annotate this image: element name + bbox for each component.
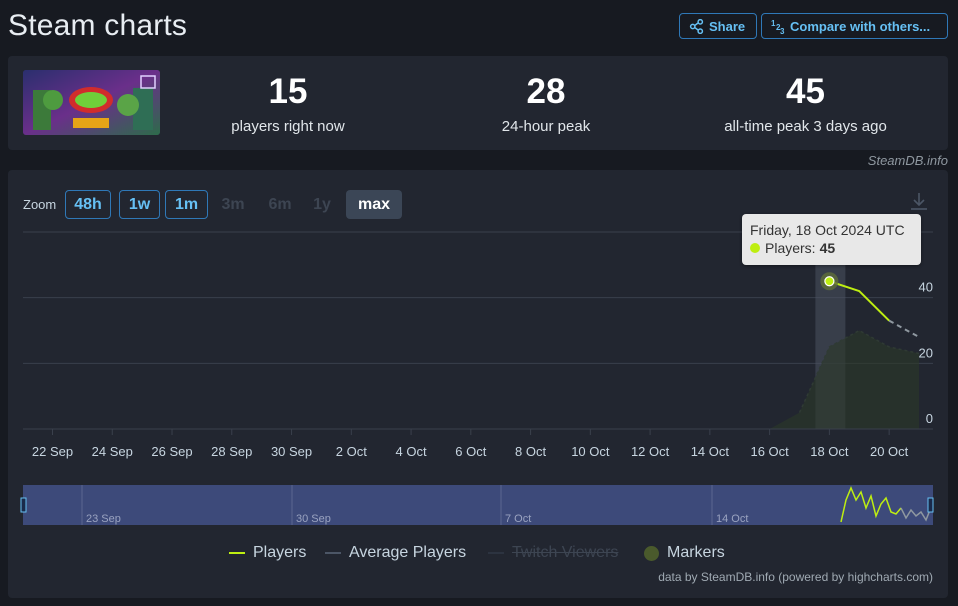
- peak-24h-value: 28: [526, 72, 566, 111]
- zoom-6m-button[interactable]: 6m: [262, 190, 298, 219]
- compare-label: Compare with others...: [790, 18, 931, 34]
- tooltip-series: Players:: [765, 240, 816, 256]
- zoom-3m-button[interactable]: 3m: [216, 190, 250, 219]
- average-players-area: [769, 330, 920, 429]
- zoom-1m-button[interactable]: 1m: [165, 190, 208, 219]
- all-time-peak-label: all-time peak 3 days ago: [724, 118, 887, 135]
- chart-credits[interactable]: data by SteamDB.info (powered by highcha…: [658, 570, 933, 584]
- y-tick-label: 20: [919, 345, 933, 360]
- legend-twitch-label: Twitch Viewers: [512, 544, 619, 561]
- zoom-option-label: 3m: [221, 195, 245, 213]
- x-tick-label: 6 Oct: [455, 444, 486, 459]
- legend-average-line-icon: [325, 552, 341, 554]
- zoom-option-label: 48h: [74, 195, 102, 213]
- y-tick-label: 40: [919, 280, 933, 295]
- svg-text:3: 3: [780, 27, 785, 34]
- stats-card: 15 players right now 28 24-hour peak 45 …: [8, 56, 948, 150]
- compare-button[interactable]: 123 Compare with others...: [761, 13, 948, 39]
- peak-24h-label: 24-hour peak: [501, 118, 591, 135]
- y-tick-label: 0: [926, 411, 933, 426]
- navigator-label: 14 Oct: [716, 513, 748, 525]
- game-thumbnail[interactable]: [23, 70, 160, 135]
- x-tick-label: 18 Oct: [810, 444, 849, 459]
- navigator-label: 30 Sep: [296, 513, 331, 525]
- legend-players-line-icon: [229, 552, 245, 554]
- x-tick-label: 12 Oct: [631, 444, 670, 459]
- navigator-left-handle: [20, 497, 27, 513]
- share-button[interactable]: Share: [679, 13, 757, 39]
- zoom-option-label: 6m: [268, 195, 292, 213]
- x-tick-label: 8 Oct: [515, 444, 546, 459]
- zoom-option-label: max: [357, 195, 391, 213]
- stat-current-players: 15 players right now: [218, 72, 358, 136]
- chart-card: 22 Sep 24 Sep 26 Sep 28 Sep 30 Sep 2 Oct 4 Oct…: [8, 170, 948, 598]
- legend-average-label: Average Players: [349, 544, 467, 561]
- page-title: Steam charts: [8, 9, 188, 42]
- highlight-point: [824, 276, 835, 287]
- zoom-label: Zoom: [23, 197, 57, 212]
- current-players-label: players right now: [231, 118, 345, 135]
- x-tick-label: 2 Oct: [336, 444, 367, 459]
- legend-twitch-line-icon: [488, 552, 504, 554]
- x-tick-label: 14 Oct: [691, 444, 730, 459]
- legend-markers[interactable]: Markers: [644, 544, 725, 562]
- download-icon[interactable]: [909, 191, 929, 216]
- all-time-peak-value: 45: [786, 72, 825, 111]
- x-tick-label: 4 Oct: [396, 444, 427, 459]
- legend-markers-dot-icon: [644, 545, 659, 561]
- current-players-value: 15: [268, 72, 308, 111]
- legend-average-players[interactable]: Average Players: [325, 544, 466, 562]
- x-tick-label: 20 Oct: [870, 444, 909, 459]
- legend-players[interactable]: Players: [229, 544, 306, 562]
- tooltip-date: Friday, 18 Oct 2024 UTC: [750, 222, 905, 238]
- x-tick-label: 30 Sep: [271, 444, 312, 459]
- share-icon: [689, 18, 704, 34]
- players-projection-line: [888, 319, 920, 338]
- navigator-background: [23, 485, 933, 525]
- x-tick-label: 16 Oct: [750, 444, 789, 459]
- zoom-max-button[interactable]: max: [346, 190, 402, 219]
- zoom-option-label: 1y: [313, 195, 331, 213]
- zoom-1y-button[interactable]: 1y: [308, 190, 336, 219]
- legend-markers-label: Markers: [667, 544, 725, 561]
- legend-twitch-viewers[interactable]: Twitch Viewers: [488, 544, 618, 562]
- navigator-right-handle: [927, 497, 934, 513]
- players-dot-icon: [750, 243, 760, 253]
- chart-tooltip: Friday, 18 Oct 2024 UTC Players: 45: [742, 214, 921, 265]
- navigator-label: 23 Sep: [86, 513, 121, 525]
- legend-players-label: Players: [253, 544, 307, 561]
- navigator-label: 7 Oct: [505, 513, 531, 525]
- x-tick-label: 10 Oct: [571, 444, 610, 459]
- zoom-48h-button[interactable]: 48h: [65, 190, 111, 219]
- tooltip-row: Players: 45: [750, 240, 921, 256]
- zoom-1w-button[interactable]: 1w: [119, 190, 160, 219]
- compare-icon: 123: [771, 19, 785, 34]
- share-label: Share: [709, 18, 746, 34]
- zoom-option-label: 1w: [128, 195, 151, 213]
- x-tick-label: 24 Sep: [92, 444, 133, 459]
- stat-all-time-peak: 45 all-time peak 3 days ago: [708, 72, 903, 136]
- stat-24h-peak: 28 24-hour peak: [476, 72, 616, 136]
- zoom-option-label: 1m: [174, 195, 199, 213]
- x-tick-label: 26 Sep: [151, 444, 192, 459]
- steamdb-watermark: SteamDB.info: [867, 153, 948, 168]
- tooltip-value: 45: [819, 240, 836, 256]
- x-tick-label: 22 Sep: [32, 444, 73, 459]
- x-tick-label: 28 Sep: [211, 444, 252, 459]
